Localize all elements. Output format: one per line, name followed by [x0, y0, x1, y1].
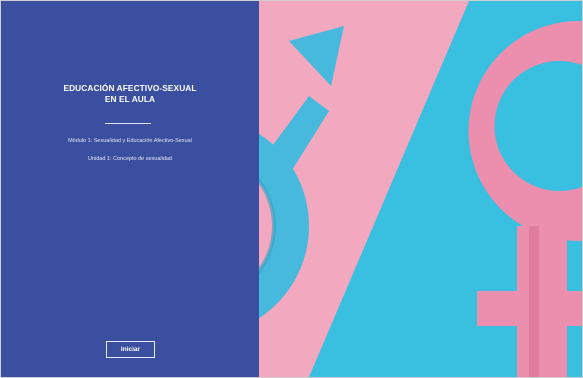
- course-cover: EDUCACIÓN AFECTIVO-SEXUAL EN EL AULA Mód…: [0, 0, 583, 378]
- course-title-line-2: EN EL AULA: [104, 94, 156, 104]
- start-button[interactable]: Iniciar: [106, 341, 155, 358]
- intro-panel: EDUCACIÓN AFECTIVO-SEXUAL EN EL AULA Mód…: [1, 1, 259, 377]
- course-title: EDUCACIÓN AFECTIVO-SEXUAL EN EL AULA: [1, 83, 259, 105]
- course-title-line-1: EDUCACIÓN AFECTIVO-SEXUAL: [63, 83, 197, 93]
- unit-label: Unidad 1: Concepto de sexualidad: [87, 156, 173, 162]
- gender-symbols-illustration: [259, 1, 582, 377]
- cover-image: [259, 1, 582, 377]
- title-divider: [105, 123, 151, 124]
- module-label: Módulo 1: Sexualidad y Educación Afectiv…: [68, 138, 192, 144]
